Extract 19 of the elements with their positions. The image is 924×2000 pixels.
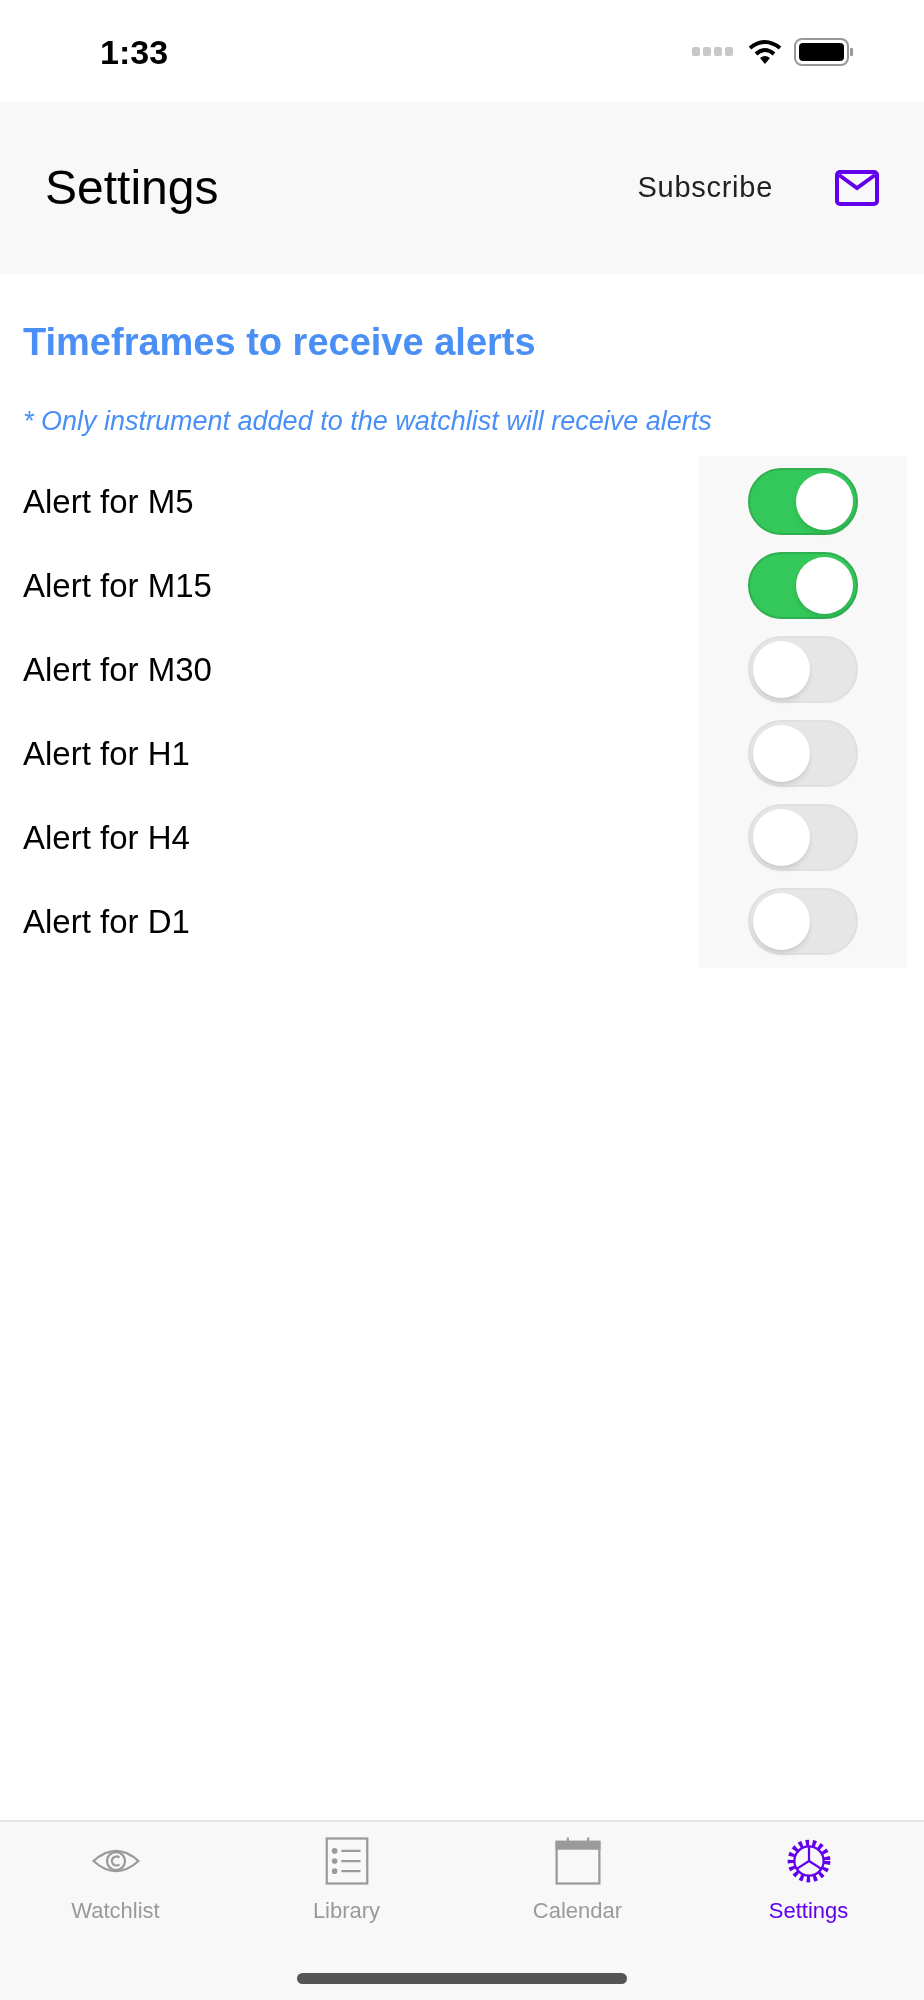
battery-icon xyxy=(794,38,854,66)
page-title: Settings xyxy=(45,160,220,216)
alert-label: Alert for D1 xyxy=(23,901,190,942)
tab-item[interactable]: Calendar xyxy=(462,1834,693,1927)
alert-label: Alert for H1 xyxy=(23,733,190,774)
alert-label: Alert for M5 xyxy=(23,481,194,522)
mail-icon[interactable] xyxy=(835,170,879,206)
tab-item[interactable]: Settings xyxy=(693,1834,924,1927)
alert-label: Alert for M30 xyxy=(23,649,212,690)
tab-item[interactable]: Library xyxy=(231,1834,462,1927)
tab-item[interactable]: Watchlist xyxy=(0,1834,231,1927)
section-title: Timeframes to receive alerts xyxy=(23,320,537,365)
subscribe-button[interactable]: Subscribe xyxy=(637,166,773,210)
alert-label: Alert for M15 xyxy=(23,565,212,606)
wifi-icon xyxy=(748,39,782,65)
alert-label: Alert for H4 xyxy=(23,817,190,858)
signal-icon xyxy=(692,47,736,57)
section-note: * Only instrument added to the watchlist will receive alerts xyxy=(23,405,713,438)
status-time: 1:33 xyxy=(100,31,169,73)
